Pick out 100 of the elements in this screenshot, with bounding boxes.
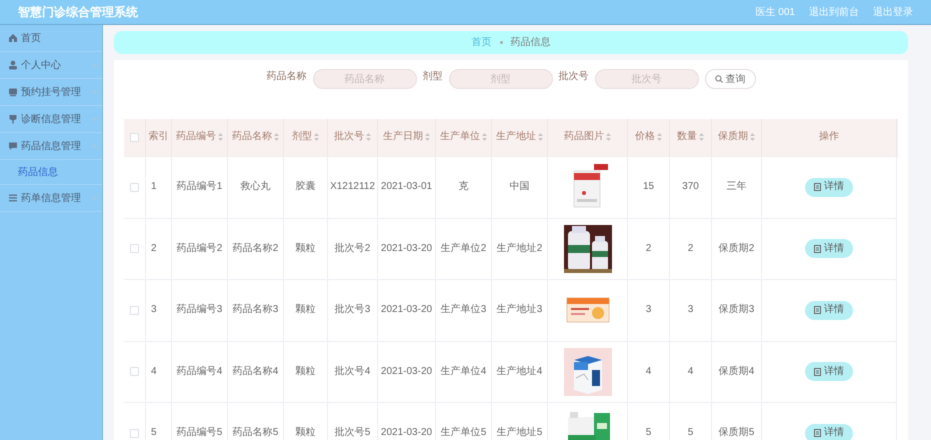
column-header: 索引 [148,131,168,144]
column-header[interactable]: 药品图片 [564,131,611,144]
table-cell: 批次号4 [334,366,370,378]
search-icon [714,75,722,83]
table-cell: 保质期5 [718,427,754,440]
checkbox[interactable] [130,182,139,192]
search-field[interactable]: 药品名称 [312,69,416,89]
document-icon [814,368,821,376]
search-field[interactable]: 剂型 [448,69,552,89]
sort-icon[interactable] [750,132,755,141]
detail-button[interactable]: 详情 [805,300,853,320]
sort-icon[interactable] [606,132,611,141]
checkbox[interactable] [130,244,139,254]
submenu-item[interactable]: 药品信息 [0,160,102,185]
tray-icon [8,87,18,97]
table-cell: 3 [151,304,157,316]
table-cell: 批次号5 [334,427,370,440]
table-cell: 2021-03-20 [380,304,432,316]
home-icon [8,33,18,43]
document-icon [814,429,821,438]
table-cell: 生产地址4 [496,366,542,378]
table-cell: 3 [688,304,694,316]
detail-button[interactable]: 详情 [805,178,853,197]
column-header[interactable]: 数量 [677,131,704,144]
column-header[interactable]: 批次号 [334,131,371,144]
table-cell: 生产单位4 [440,366,486,378]
sidebar-item[interactable]: 首页 [0,25,102,52]
sort-icon[interactable] [538,132,543,141]
user-name: 医生 001 [756,6,795,20]
sort-icon[interactable] [274,132,279,141]
table-cell: 5 [646,427,652,440]
table-cell: 保质期3 [718,304,754,316]
table-cell: 药品名称2 [232,242,278,255]
table-cell: 保质期2 [718,242,754,255]
sidebar-item[interactable]: 诊断信息管理 [0,106,102,133]
sort-icon[interactable] [657,132,662,141]
table-cell: 批次号2 [334,242,370,255]
column-header[interactable]: 保质期 [718,131,755,144]
app-title: 智慧门诊综合管理系统 [18,4,138,21]
table-cell: 药品编号2 [176,242,222,255]
breadcrumb-item: 药品信息 [510,36,550,50]
table-cell: 4 [688,366,694,378]
field-label: 药品名称 [266,70,306,84]
table-cell: 中国 [510,181,530,194]
list-icon [8,193,18,203]
table-cell: 药品名称3 [232,304,278,316]
table-cell: 药品编号4 [176,366,222,378]
table-cell: 5 [688,427,694,440]
search-field[interactable]: 批次号 [594,69,698,89]
table-cell: 三年 [726,181,746,194]
table-cell: 2 [688,242,694,255]
table-cell: 5 [151,427,157,440]
sort-icon[interactable] [425,132,430,141]
column-header[interactable]: 价格 [635,131,662,144]
table-cell: 4 [151,366,157,378]
sort-icon[interactable] [218,132,223,141]
detail-button[interactable]: 详情 [805,424,853,440]
table-cell: 370 [682,181,699,194]
table-cell: 生产单位3 [440,304,486,316]
sidebar-item[interactable]: 药单信息管理 [0,185,102,212]
column-header[interactable]: 药品名称 [232,131,279,144]
query-button[interactable]: 查询 [704,69,756,89]
table-cell: 救心丸 [240,181,270,194]
sort-icon[interactable] [314,132,319,141]
column-header[interactable]: 生产日期 [383,131,430,144]
checkbox[interactable] [130,367,139,376]
sidebar-item[interactable]: 药品信息管理 [0,133,102,160]
table-cell: 2021-03-01 [380,181,432,194]
message-icon [8,141,18,151]
document-icon [814,183,821,192]
table-cell: 颗粒 [296,366,316,378]
field-label: 批次号 [558,70,588,84]
sidebar-item[interactable]: 预约挂号管理 [0,79,102,106]
detail-button[interactable]: 详情 [805,239,853,258]
sort-icon[interactable] [366,132,371,141]
column-header[interactable]: 药品编号 [176,131,223,144]
sidebar-item[interactable]: 个人中心 [0,52,102,79]
column-header[interactable]: 生产单位 [440,131,487,144]
table-cell: X1212112 [330,181,375,194]
sort-icon[interactable] [482,132,487,141]
table-cell: 生产地址2 [496,242,542,255]
cup-icon [8,114,18,124]
checkbox[interactable] [130,133,139,142]
table-cell: 2021-03-20 [380,242,432,255]
sort-icon[interactable] [699,132,704,141]
checkbox[interactable] [130,306,139,315]
detail-button[interactable]: 详情 [805,362,853,382]
table-cell: 2 [646,242,652,255]
table-cell: 生产单位5 [440,427,486,440]
column-header[interactable]: 剂型 [292,131,319,144]
table-cell: 2021-03-20 [380,427,432,440]
checkbox[interactable] [130,428,139,438]
table-cell: 2 [151,242,157,255]
column-header[interactable]: 生产地址 [496,131,543,144]
table-cell: 胶囊 [296,181,316,194]
table-cell: 颗粒 [296,242,316,255]
user-icon [8,60,18,70]
table-cell: 药品编号1 [176,181,222,194]
breadcrumb-item[interactable]: 首页 [472,35,492,50]
table-cell: 3 [646,304,652,316]
